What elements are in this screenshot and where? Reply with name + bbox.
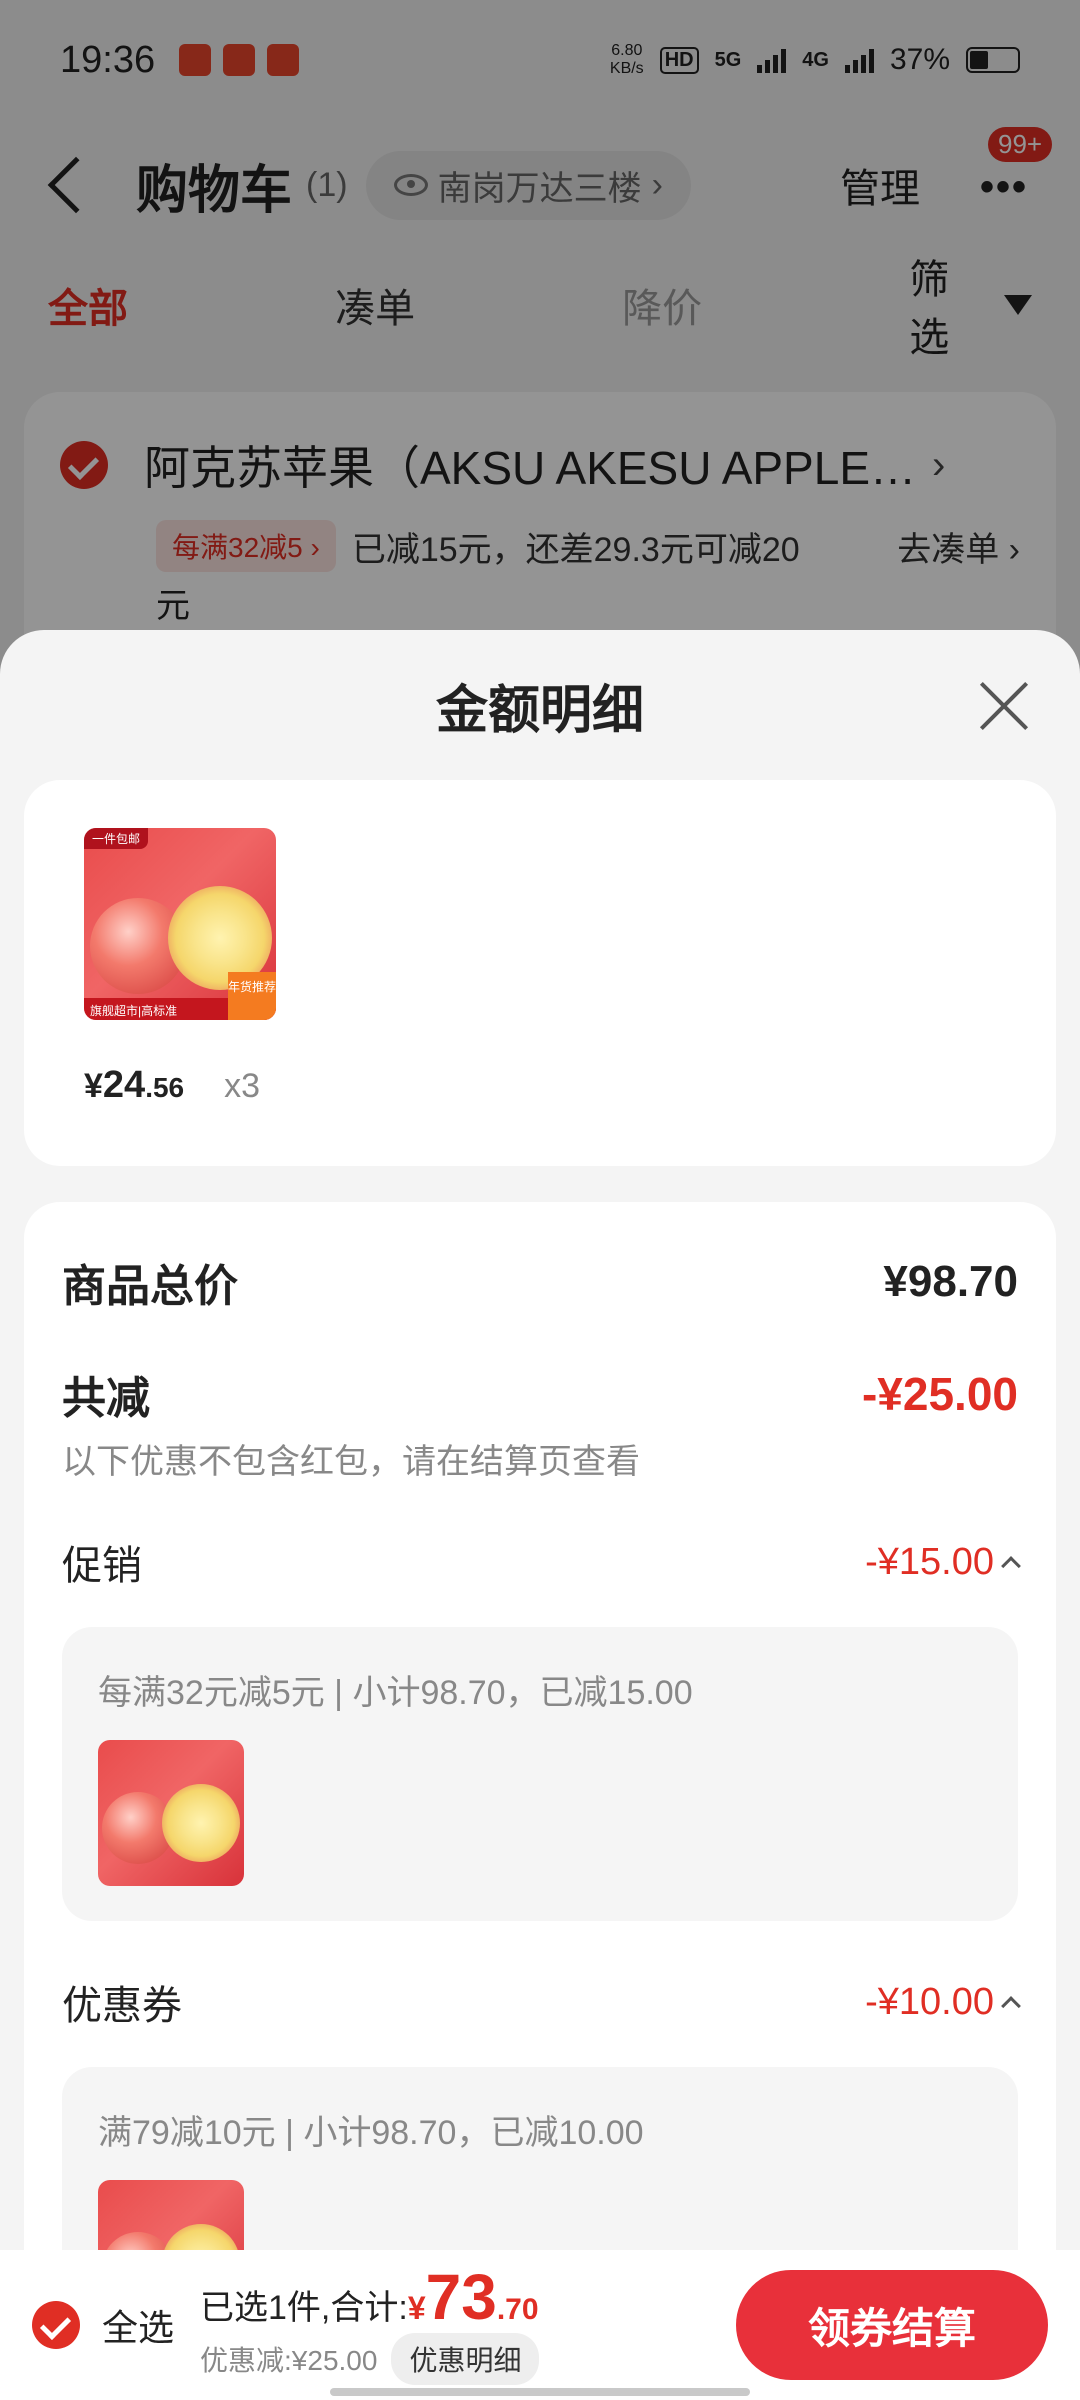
promo-detail-box: 每满32元减5元 | 小计98.70，已减15.00 bbox=[62, 1627, 1018, 1921]
coupon-label: 优惠券 bbox=[62, 1984, 182, 2028]
select-all-checkbox[interactable] bbox=[32, 2301, 80, 2349]
price-detail-card: 商品总价 ¥98.70 共减 -¥25.00 以下优惠不包含红包，请在结算页查看… bbox=[24, 1202, 1056, 2400]
total-row: 商品总价 ¥98.70 bbox=[62, 1250, 1018, 1314]
goods-card: 一件包邮 旗舰超市|高标准 年货推荐 ¥ 24 .56 x3 bbox=[24, 780, 1056, 1166]
coupon-detail-text: 满79减10元 | 小计98.70，已减10.00 bbox=[98, 2114, 644, 2152]
item-quantity: x3 bbox=[224, 1067, 261, 1105]
amount-detail-sheet: 金额明细 一件包邮 旗舰超市|高标准 年货推荐 ¥ 24 .56 x3 商品总价… bbox=[0, 630, 1080, 2400]
product-thumbnail[interactable] bbox=[98, 1740, 244, 1886]
chevron-up-icon bbox=[1001, 1996, 1021, 2016]
saved-amount: 优惠减:¥25.00 bbox=[200, 2345, 378, 2376]
checkout-bar: 全选 已选1件,合计: ¥ 73 .70 优惠减:¥25.00 优惠明细 领券结… bbox=[0, 2250, 1080, 2400]
close-icon[interactable] bbox=[978, 680, 1030, 732]
total-label: 商品总价 bbox=[62, 1262, 238, 1311]
product-image[interactable]: 一件包邮 旗舰超市|高标准 年货推荐 bbox=[84, 828, 276, 1020]
item-price: ¥ 24 .56 x3 bbox=[84, 1064, 261, 1106]
promo-value: -¥15.00 bbox=[865, 1541, 1021, 1584]
coupon-value: -¥10.00 bbox=[865, 1981, 1021, 2024]
discount-value: -¥25.00 bbox=[861, 1368, 1018, 1420]
discount-row: 共减 -¥25.00 bbox=[62, 1362, 1018, 1426]
discount-note: 以下优惠不包含红包，请在结算页查看 bbox=[62, 1443, 640, 1481]
total-summary: 已选1件,合计: ¥ 73 .70 bbox=[200, 2261, 539, 2333]
total-value: ¥98.70 bbox=[883, 1257, 1018, 1306]
image-tag: 一件包邮 bbox=[84, 828, 149, 849]
image-badge: 年货推荐 bbox=[228, 972, 276, 1020]
promo-label: 促销 bbox=[62, 1544, 142, 1588]
discount-detail-button[interactable]: 优惠明细 bbox=[391, 2333, 540, 2385]
discount-label: 共减 bbox=[62, 1374, 150, 1423]
home-indicator[interactable] bbox=[330, 2388, 750, 2396]
promo-detail-text: 每满32元减5元 | 小计98.70，已减15.00 bbox=[98, 1674, 693, 1712]
select-all-label[interactable]: 全选 bbox=[102, 2299, 174, 2351]
promo-row[interactable]: 促销 -¥15.00 bbox=[62, 1533, 1021, 1591]
chevron-up-icon bbox=[1001, 1556, 1021, 1576]
sheet-title: 金额明细 bbox=[435, 681, 644, 740]
checkout-button[interactable]: 领券结算 bbox=[736, 2270, 1048, 2380]
coupon-row[interactable]: 优惠券 -¥10.00 bbox=[62, 1973, 1021, 2031]
